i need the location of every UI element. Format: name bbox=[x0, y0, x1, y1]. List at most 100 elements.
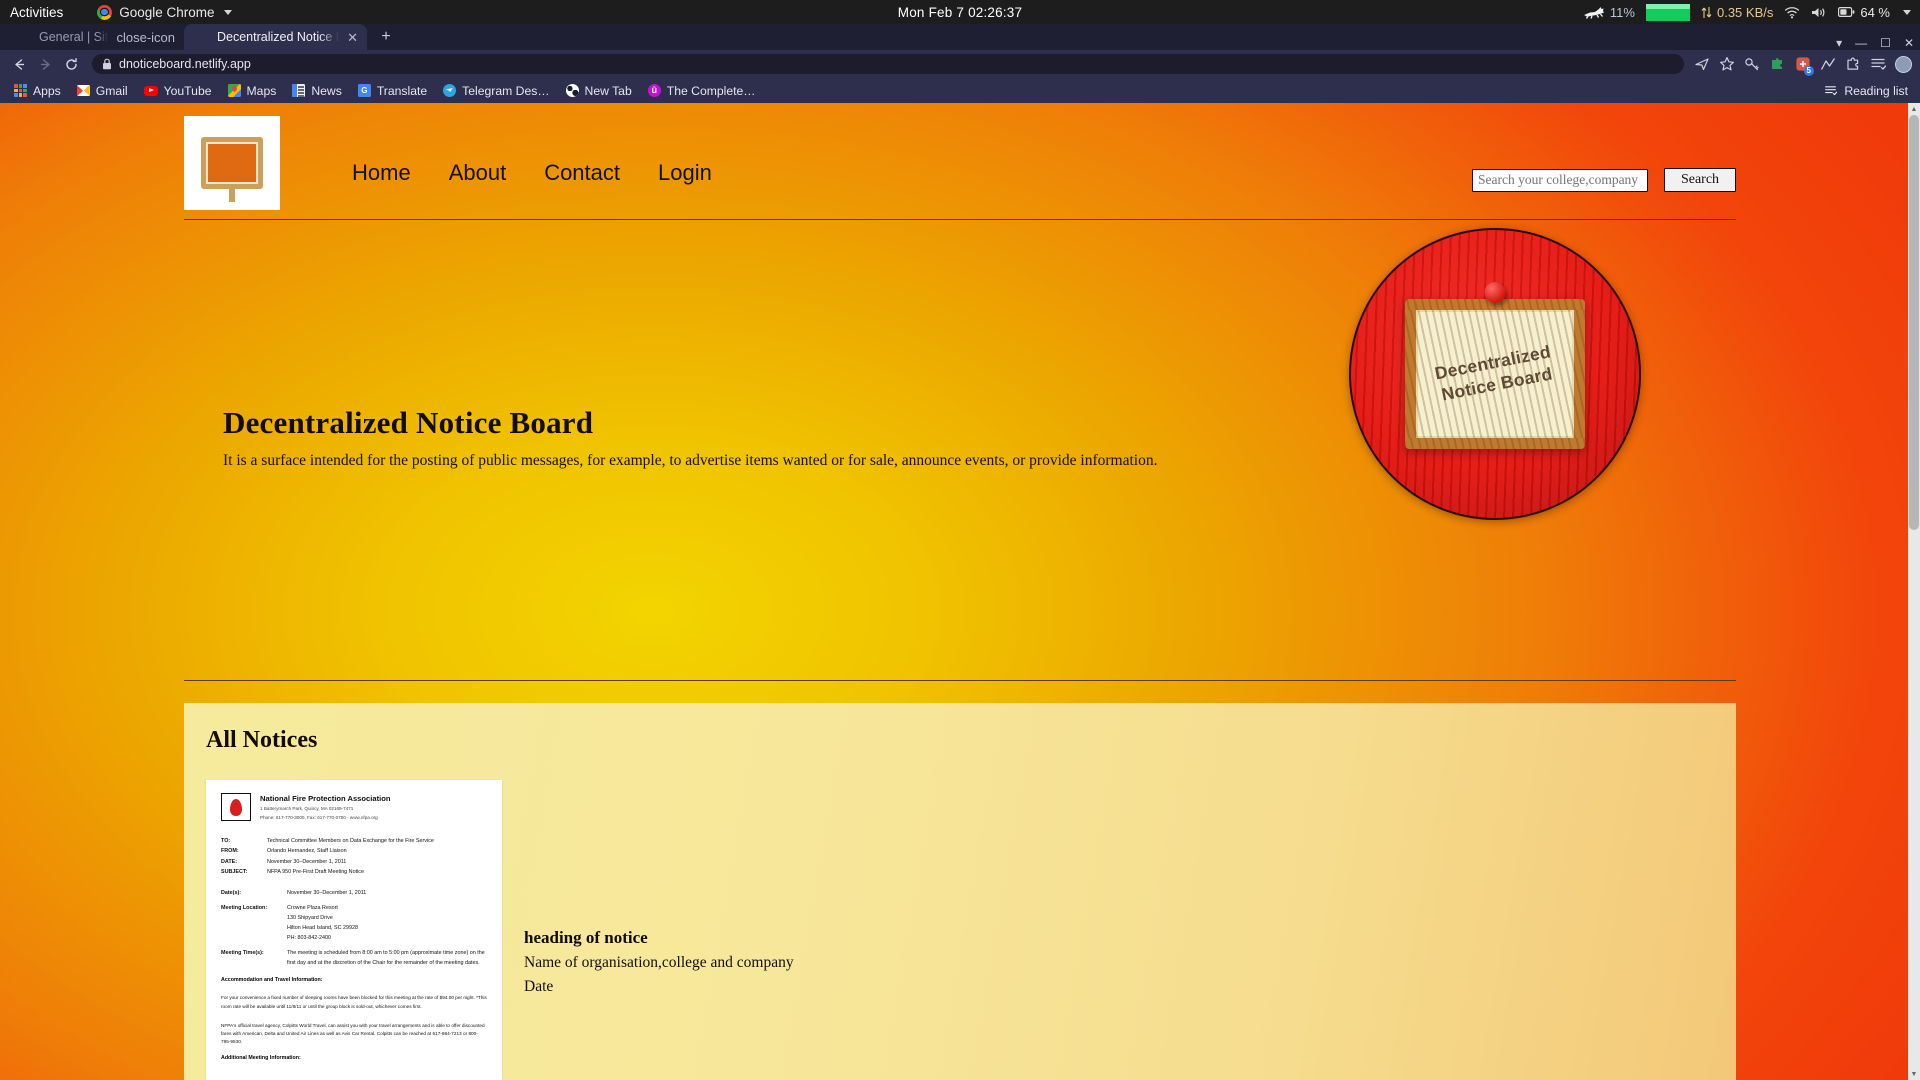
tab-general-site-settings[interactable]: General | Site settings close-icon bbox=[6, 24, 184, 50]
pushpin-icon bbox=[1484, 282, 1506, 303]
clock[interactable]: Mon Feb 7 02:26:37 bbox=[898, 5, 1022, 20]
bookmark-label: Telegram Des… bbox=[462, 83, 550, 98]
accommodation-heading: Accommodation and Travel Information: bbox=[221, 977, 323, 984]
analytics-icon[interactable] bbox=[1820, 56, 1836, 72]
extension-badge-icon[interactable]: 5 bbox=[1794, 56, 1814, 76]
scroll-thumb[interactable] bbox=[1909, 115, 1919, 530]
nav-item-home[interactable]: Home bbox=[352, 160, 411, 186]
bookmark-label: The Complete… bbox=[666, 83, 756, 98]
tab-title: Decentralized Notice Boa bbox=[217, 30, 339, 44]
nav-item-login[interactable]: Login bbox=[658, 160, 712, 186]
extensions-puzzle-icon[interactable] bbox=[1845, 56, 1861, 72]
maximize-button[interactable]: ☐ bbox=[1880, 37, 1891, 49]
app-menu-label: Google Chrome bbox=[119, 4, 215, 20]
bookmark-new-tab[interactable]: New Tab bbox=[558, 84, 640, 98]
new-tab-button[interactable]: + bbox=[375, 26, 397, 48]
extension-green-icon[interactable] bbox=[1769, 56, 1785, 72]
speaker-icon[interactable] bbox=[1811, 6, 1827, 19]
wifi-icon[interactable] bbox=[1784, 6, 1800, 19]
cpu-indicator[interactable]: 11% bbox=[1583, 5, 1635, 20]
running-cat-icon bbox=[1583, 6, 1604, 19]
tab-decentralized-notice-board[interactable]: Decentralized Notice Boa ✕ bbox=[184, 24, 367, 50]
bookmark-label: YouTube bbox=[163, 83, 212, 98]
bookmark-news[interactable]: News bbox=[284, 84, 349, 98]
memo-key: TO: bbox=[221, 838, 231, 845]
bookmark-maps[interactable]: Maps bbox=[220, 84, 285, 98]
detail-value: November 30–December 1, 2011 bbox=[287, 890, 367, 897]
chrome-window: General | Site settings close-icon Decen… bbox=[0, 24, 1920, 1080]
youtube-icon bbox=[143, 85, 158, 96]
close-window-button[interactable]: ✕ bbox=[1904, 37, 1914, 49]
bookmark-label: Apps bbox=[33, 83, 61, 98]
nav-item-contact[interactable]: Contact bbox=[544, 160, 620, 186]
close-icon[interactable]: close-icon bbox=[116, 31, 175, 44]
notice-memo-header: TO: Technical Committee Members on Data E… bbox=[221, 836, 487, 877]
page-viewport: Home About Contact Login Search Decentra… bbox=[0, 103, 1920, 1080]
travel-text: NFPA's official travel agency, Colpitts … bbox=[221, 1022, 485, 1045]
search-input[interactable] bbox=[1472, 168, 1648, 192]
reading-list-icon[interactable] bbox=[1870, 56, 1886, 72]
bookmark-gmail[interactable]: Gmail bbox=[69, 84, 136, 98]
tab-title: General | Site settings bbox=[39, 30, 109, 44]
scroll-up-icon[interactable]: ▲ bbox=[1908, 103, 1920, 115]
diamond-icon bbox=[18, 31, 31, 44]
gmail-icon bbox=[76, 85, 90, 96]
chevron-down-icon bbox=[223, 9, 232, 15]
nfpa-logo-icon bbox=[221, 793, 251, 821]
reading-list-label: Reading list bbox=[1844, 83, 1908, 98]
close-icon[interactable]: ✕ bbox=[347, 31, 358, 44]
system-menu-chevron-down-icon[interactable] bbox=[1903, 9, 1911, 15]
nav-item-about[interactable]: About bbox=[449, 160, 507, 186]
notice-thumbnail[interactable]: National Fire Protection Association 1 B… bbox=[206, 780, 502, 1080]
share-icon[interactable] bbox=[1694, 56, 1710, 72]
network-graph-icon bbox=[1645, 3, 1690, 21]
apps-grid-icon bbox=[14, 84, 27, 97]
minimize-button[interactable]: — bbox=[1855, 37, 1867, 49]
reading-list-button[interactable]: Reading list bbox=[1824, 84, 1914, 98]
address-bar[interactable]: dnoticeboard.netlify.app bbox=[92, 54, 1684, 74]
extension-badge-count: 5 bbox=[1803, 65, 1814, 76]
search-button[interactable]: Search bbox=[1664, 168, 1736, 192]
google-news-icon bbox=[292, 84, 306, 97]
bookmark-label: Gmail bbox=[95, 83, 128, 98]
hero-text: Decentralized Notice Board It is a surfa… bbox=[223, 405, 1223, 472]
notice-details: heading of notice Name of organisation,c… bbox=[524, 780, 794, 996]
hero-subtitle: It is a surface intended for the posting… bbox=[223, 452, 1158, 469]
bookmark-youtube[interactable]: YouTube bbox=[136, 84, 220, 98]
app-menu-button[interactable]: Google Chrome bbox=[97, 4, 232, 20]
bookmark-telegram[interactable]: Telegram Des… bbox=[435, 84, 557, 98]
key-icon[interactable] bbox=[1744, 56, 1760, 72]
battery-indicator[interactable]: 64 % bbox=[1838, 5, 1890, 20]
network-speed-indicator[interactable]: 0.35 KB/s bbox=[1701, 5, 1773, 20]
notices-section-title: All Notices bbox=[206, 727, 318, 753]
up-down-arrows-icon bbox=[1701, 6, 1712, 18]
star-icon[interactable] bbox=[1719, 56, 1735, 72]
notice-heading: heading of notice bbox=[524, 928, 648, 947]
telegram-icon bbox=[443, 84, 457, 97]
bookmark-translate[interactable]: G Translate bbox=[350, 84, 435, 98]
profile-avatar-icon[interactable] bbox=[1895, 55, 1912, 73]
memo-key: FROM: bbox=[221, 848, 239, 855]
notice-organisation: Name of organisation,college and company bbox=[524, 954, 794, 971]
detail-value: Crowne Plaza Resort 130 Shipyard Drive H… bbox=[287, 905, 359, 942]
bookmark-the-complete[interactable]: û The Complete… bbox=[640, 84, 764, 98]
notice-org-address-1: 1 Batterymarch Park, Quincy, MA 02169-74… bbox=[260, 806, 354, 812]
memo-key: SUBJECT: bbox=[221, 869, 248, 876]
vertical-scrollbar[interactable]: ▲ ▼ bbox=[1908, 103, 1920, 1080]
notice-item[interactable]: National Fire Protection Association 1 B… bbox=[206, 780, 1714, 1080]
forward-arrow-icon[interactable] bbox=[34, 53, 56, 75]
bookmark-apps[interactable]: Apps bbox=[6, 84, 69, 98]
back-arrow-icon[interactable] bbox=[8, 53, 30, 75]
memo-value: Orlando Hernandez, Staff Liaison bbox=[267, 848, 347, 855]
battery-icon bbox=[1838, 7, 1855, 18]
battery-level-value: 64 % bbox=[1860, 4, 1890, 20]
detail-key: Meeting Time(s): bbox=[221, 950, 264, 957]
activities-button[interactable]: Activities bbox=[10, 5, 63, 20]
site-logo[interactable] bbox=[184, 116, 280, 210]
scroll-down-icon[interactable]: ▼ bbox=[1908, 1068, 1920, 1080]
bookmark-label: Translate bbox=[376, 83, 428, 98]
globe-icon bbox=[196, 31, 209, 44]
reload-icon[interactable] bbox=[60, 53, 82, 75]
chevron-down-icon[interactable]: ▾ bbox=[1836, 37, 1842, 49]
detail-key: Date(s): bbox=[221, 890, 242, 897]
